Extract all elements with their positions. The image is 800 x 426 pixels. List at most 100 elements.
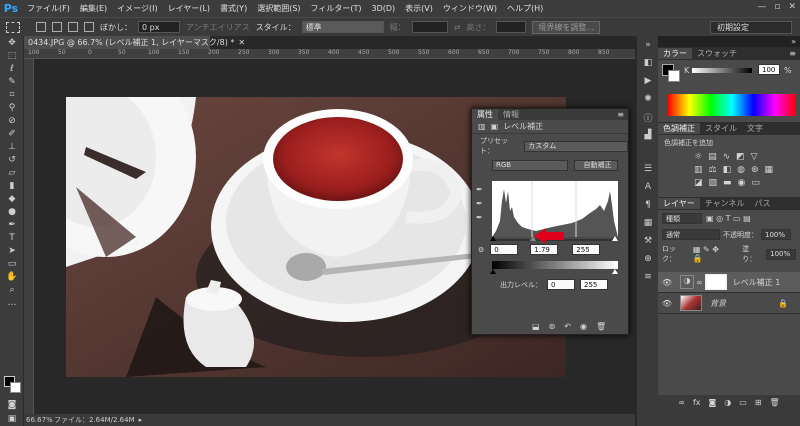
- exposure-icon[interactable]: ◩: [736, 152, 745, 162]
- layer-name[interactable]: 背景: [710, 298, 726, 309]
- tab-properties[interactable]: 属性: [472, 109, 498, 120]
- type-icon[interactable]: T: [0, 231, 24, 244]
- new-layer-icon[interactable]: ⊞: [755, 398, 762, 407]
- maximize-icon[interactable]: ▫: [774, 2, 780, 12]
- color-lookup-icon[interactable]: ▦: [765, 165, 774, 175]
- add-selection-icon[interactable]: [52, 22, 62, 32]
- lasso-icon[interactable]: ℓ: [0, 62, 24, 75]
- white-point-handle[interactable]: [612, 236, 618, 241]
- reset-icon[interactable]: ↶: [564, 322, 571, 331]
- actions-icon[interactable]: ▶: [637, 72, 659, 90]
- clip-to-layer-icon[interactable]: ⬓: [532, 322, 540, 331]
- menu-select[interactable]: 選択範囲(S): [252, 3, 305, 14]
- mask-icon[interactable]: ▣: [491, 122, 499, 131]
- width-input[interactable]: [411, 21, 448, 33]
- pen-icon[interactable]: ✒: [0, 218, 24, 231]
- eyedropper-black-icon[interactable]: ✒: [476, 185, 483, 194]
- marquee-icon[interactable]: ⬚: [0, 49, 24, 62]
- stamp-icon[interactable]: ⊥: [0, 140, 24, 153]
- crop-icon[interactable]: ⌗: [0, 88, 24, 101]
- visibility-eye-icon[interactable]: 👁: [658, 299, 676, 308]
- new-adjustment-icon[interactable]: ◑: [724, 398, 731, 407]
- brush-icon[interactable]: ✐: [0, 127, 24, 140]
- vibrance-icon[interactable]: ▽: [751, 152, 758, 162]
- visibility-icon[interactable]: ◉: [580, 322, 587, 331]
- layer-name[interactable]: レベル補正 1: [733, 277, 781, 288]
- menu-edit[interactable]: 編集(E): [75, 3, 112, 14]
- tab-swatches[interactable]: スウォッチ: [692, 48, 742, 59]
- eyedropper-gray-icon[interactable]: ✒: [476, 199, 483, 208]
- color-bg-swatch[interactable]: [668, 70, 680, 82]
- eyedropper-white-icon[interactable]: ✒: [476, 213, 483, 222]
- move-icon[interactable]: ✥: [0, 36, 24, 49]
- screen-mode-icon[interactable]: ▣: [0, 412, 24, 425]
- document-tab[interactable]: 0434.JPG @ 66.7% (レベル補正 1, レイヤーマスク/8) * ✕: [24, 36, 245, 49]
- tool-presets-icon[interactable]: ⚒: [637, 232, 659, 250]
- background-color-swatch[interactable]: [10, 382, 21, 393]
- collapse-icon[interactable]: »: [637, 36, 659, 54]
- swap-icon[interactable]: ⇄: [454, 23, 461, 32]
- k-value-field[interactable]: 100: [758, 64, 780, 75]
- intersect-selection-icon[interactable]: [84, 22, 94, 32]
- color-menu-icon[interactable]: ≡: [789, 49, 800, 58]
- levels-icon[interactable]: ▤: [708, 152, 717, 162]
- color-spectrum[interactable]: [668, 94, 796, 116]
- new-selection-icon[interactable]: [36, 22, 46, 32]
- panel-menu-icon[interactable]: ≡: [617, 110, 628, 119]
- brightness-icon[interactable]: ☼: [694, 152, 702, 162]
- eyedropper-icon[interactable]: ⚲: [0, 101, 24, 114]
- input-gamma-field[interactable]: 1.79: [530, 244, 559, 255]
- opacity-field[interactable]: 100%: [761, 229, 791, 240]
- height-input[interactable]: [496, 21, 527, 33]
- tab-layers[interactable]: レイヤー: [658, 198, 700, 209]
- tab-adjustments[interactable]: 色調補正: [658, 123, 700, 134]
- eraser-icon[interactable]: ▱: [0, 166, 24, 179]
- paragraph-icon[interactable]: ¶: [637, 196, 659, 214]
- brush-panel-icon[interactable]: ✺: [637, 90, 659, 108]
- close-tab-icon[interactable]: ✕: [238, 38, 245, 47]
- posterize-icon[interactable]: ▨: [709, 178, 718, 188]
- filter-icons[interactable]: ▣ ◎ T ▭ ▤: [706, 214, 751, 223]
- history-brush-icon[interactable]: ↺: [0, 153, 24, 166]
- channel-mixer-icon[interactable]: ⊛: [751, 165, 759, 175]
- channel-select[interactable]: RGB: [492, 159, 568, 171]
- visibility-eye-icon[interactable]: 👁: [658, 278, 676, 287]
- black-white-icon[interactable]: ◧: [723, 165, 732, 175]
- auto-button[interactable]: 自動補正: [574, 159, 618, 171]
- delete-layer-icon[interactable]: 🗑: [770, 398, 780, 407]
- info-icon[interactable]: ⓘ: [637, 108, 659, 126]
- subtract-selection-icon[interactable]: [68, 22, 78, 32]
- zoom-icon[interactable]: ⌕: [0, 283, 24, 296]
- timeline-icon[interactable]: ≋: [637, 268, 659, 286]
- histogram-panel-icon[interactable]: ▟: [637, 126, 659, 144]
- hand-icon[interactable]: ✋: [0, 270, 24, 283]
- shape-icon[interactable]: ▭: [0, 257, 24, 270]
- blur-icon[interactable]: ◆: [0, 192, 24, 205]
- style-select[interactable]: 標準: [301, 21, 384, 33]
- refine-edge-button[interactable]: 境界線を調整...: [532, 20, 601, 34]
- gradient-icon[interactable]: ▮: [0, 179, 24, 192]
- menu-image[interactable]: イメージ(I): [112, 3, 162, 14]
- selective-color-icon[interactable]: ◉: [738, 178, 746, 188]
- threshold-icon[interactable]: ▬: [723, 178, 732, 188]
- menu-file[interactable]: ファイル(F): [22, 3, 75, 14]
- dock-collapse-icon[interactable]: »: [791, 37, 800, 46]
- menu-3d[interactable]: 3D(D): [367, 4, 401, 13]
- view-previous-icon[interactable]: ⊛: [549, 322, 556, 331]
- menu-type[interactable]: 書式(Y): [215, 3, 252, 14]
- preset-select[interactable]: カスタム: [524, 140, 628, 152]
- close-icon[interactable]: ✕: [788, 2, 796, 12]
- workspace-select[interactable]: 初期設定: [710, 21, 792, 34]
- black-point-handle[interactable]: [490, 236, 496, 241]
- layer-row-levels[interactable]: 👁 ◑ ∞ レベル補正 1: [658, 272, 800, 293]
- output-black-handle[interactable]: [490, 269, 496, 274]
- history-icon[interactable]: ◧: [637, 54, 659, 72]
- new-group-icon[interactable]: ▭: [739, 398, 747, 407]
- ellipsis-icon[interactable]: …: [0, 296, 24, 309]
- tab-info[interactable]: 情報: [498, 109, 524, 120]
- curves-icon[interactable]: ∿: [723, 152, 731, 162]
- delete-icon[interactable]: 🗑: [596, 322, 606, 331]
- layer-mask-thumb[interactable]: [704, 274, 727, 290]
- link-layers-icon[interactable]: ∞: [678, 398, 685, 407]
- output-white-handle[interactable]: [612, 269, 618, 274]
